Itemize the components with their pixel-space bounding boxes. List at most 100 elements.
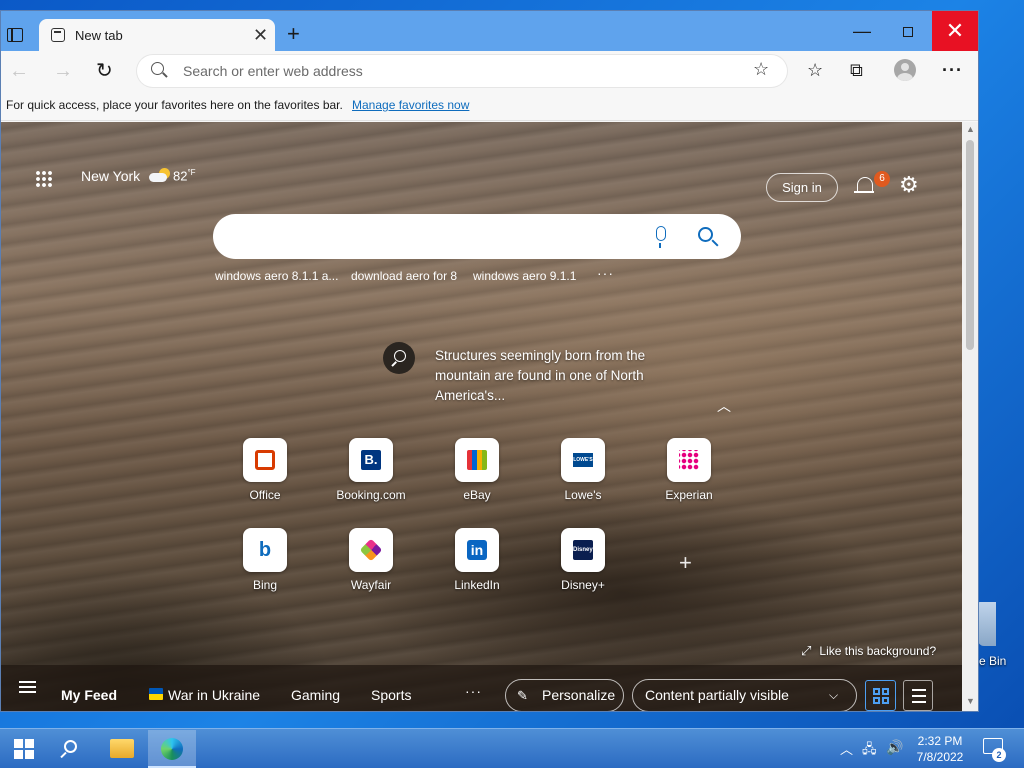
address-placeholder[interactable]: Search or enter web address (183, 63, 363, 79)
quick-link-lowes[interactable]: LOWE'S Lowe's (543, 438, 623, 502)
new-tab-page: New York 82°F Sign in 6 ⚙ windows aero 8… (1, 122, 962, 711)
favorites-button[interactable]: ☆ (807, 60, 823, 80)
quick-link-office[interactable]: Office (225, 438, 305, 502)
volume-icon[interactable]: 🔊 (886, 739, 903, 756)
feed-tab-sports[interactable]: Sports (371, 687, 411, 703)
show-hidden-icons-chevron-icon[interactable]: ︿ (840, 739, 853, 758)
ukraine-flag-icon (149, 688, 163, 700)
search-icon (151, 62, 164, 75)
manage-favorites-link[interactable]: Manage favorites now (352, 98, 469, 112)
feed-tab-gaming[interactable]: Gaming (291, 687, 340, 703)
personalize-button[interactable]: ✎ Personalize (505, 679, 624, 711)
weather-temp[interactable]: 82°F (173, 168, 196, 183)
microphone-icon[interactable] (656, 226, 666, 248)
booking-tile: B. (349, 438, 393, 482)
trending-search-1[interactable]: windows aero 8.1.1 a... (215, 269, 338, 283)
feed-navigation-bar: My Feed War in Ukraine Gaming Sports ···… (1, 665, 962, 711)
browser-toolbar: ← → ↻ Search or enter web address ☆ ☆ ⧉ … (1, 51, 978, 91)
image-search-icon[interactable] (383, 342, 415, 374)
app-launcher-icon[interactable] (35, 170, 53, 188)
quick-link-booking[interactable]: B. Booking.com (331, 438, 411, 502)
tab-new-tab[interactable]: New tab ✕ (39, 19, 275, 51)
forward-button[interactable]: → (53, 59, 73, 83)
office-tile (243, 438, 287, 482)
like-background-button[interactable]: ⤢ Like this background? (801, 643, 936, 659)
recycle-bin-icon[interactable] (978, 602, 996, 646)
profile-avatar[interactable] (894, 59, 916, 81)
quick-link-label: eBay (463, 488, 491, 502)
office-icon (255, 450, 275, 470)
quick-link-label: Lowe's (564, 488, 602, 502)
quick-link-label: LinkedIn (454, 578, 500, 592)
address-bar[interactable]: Search or enter web address ☆ (137, 55, 787, 87)
quick-link-linkedin[interactable]: in LinkedIn (437, 528, 517, 592)
network-icon[interactable]: 🖧 (862, 740, 877, 762)
feed-tab-my-feed[interactable]: My Feed (61, 687, 117, 703)
trending-search-2[interactable]: download aero for 8 (351, 269, 457, 283)
quick-link-disney[interactable]: Disney+ Disney+ (543, 528, 623, 592)
tab-bar: New tab ✕ + — ✕ (1, 11, 978, 51)
weather-city[interactable]: New York (81, 168, 140, 184)
back-button[interactable]: ← (9, 59, 29, 83)
collections-button[interactable]: ⧉ (850, 60, 863, 80)
system-clock[interactable]: 2:32 PM 7/8/2022 (914, 733, 966, 765)
taskbar: ︿ 🖧 🔊 2:32 PM 7/8/2022 2 (0, 728, 1024, 768)
browser-window: New tab ✕ + — ✕ ← → ↻ Search or enter we… (0, 10, 979, 712)
lowes-tile: LOWE'S (561, 438, 605, 482)
close-button[interactable]: ✕ (932, 11, 978, 51)
scrollbar-thumb[interactable] (966, 140, 974, 350)
sign-in-button[interactable]: Sign in (766, 173, 838, 202)
tab-close-icon[interactable]: ✕ (253, 25, 268, 45)
partly-cloudy-icon[interactable] (149, 168, 171, 184)
list-layout-icon[interactable] (903, 680, 933, 711)
start-button[interactable] (14, 739, 34, 759)
edge-icon (161, 738, 183, 760)
search-icon[interactable] (698, 227, 713, 242)
bing-icon: b (258, 539, 272, 561)
file-explorer-icon[interactable] (110, 739, 134, 758)
feed-more-button[interactable]: ··· (465, 683, 482, 699)
quick-link-label: Disney+ (561, 578, 605, 592)
taskbar-edge-button[interactable] (148, 730, 196, 768)
trending-search-3[interactable]: windows aero 9.1.1 (473, 269, 576, 283)
collapse-chevron-icon[interactable]: ︿ (717, 396, 731, 416)
tab-actions-icon[interactable] (7, 28, 23, 42)
recycle-bin-label[interactable]: e Bin (979, 654, 1006, 668)
content-visibility-value: Content partially visible (645, 687, 789, 703)
grid-layout-icon[interactable] (865, 680, 896, 711)
scroll-up-icon[interactable]: ▲ (966, 124, 975, 134)
ebay-icon (467, 450, 487, 470)
windows-logo-pane (25, 739, 34, 748)
quick-link-ebay[interactable]: eBay (437, 438, 517, 502)
content-visibility-dropdown[interactable]: Content partially visible ⌵ (632, 679, 857, 711)
page-settings-icon[interactable]: ⚙ (899, 174, 919, 196)
quick-link-label: Booking.com (336, 488, 406, 502)
taskbar-search-icon[interactable] (64, 740, 77, 753)
quick-link-label: Wayfair (350, 578, 392, 592)
new-tab-button[interactable]: + (287, 23, 300, 45)
quick-link-bing[interactable]: b Bing (225, 528, 305, 592)
background-story[interactable]: Structures seemingly born from the mount… (435, 346, 675, 406)
minimize-button[interactable]: — (839, 11, 885, 51)
settings-more-button[interactable]: ··· (942, 60, 963, 80)
feed-tab-war-in-ukraine[interactable]: War in Ukraine (168, 687, 260, 703)
experian-tile (667, 438, 711, 482)
clock-time: 2:32 PM (917, 734, 963, 748)
trending-more-button[interactable]: ··· (597, 265, 614, 281)
hamburger-menu-icon[interactable] (19, 681, 36, 693)
windows-logo-pane (14, 739, 23, 748)
scroll-down-icon[interactable]: ▼ (966, 696, 975, 706)
quick-link-wayfair[interactable]: Wayfair (331, 528, 411, 592)
quick-link-experian[interactable]: Experian (649, 438, 729, 502)
linkedin-tile: in (455, 528, 499, 572)
add-favorite-icon[interactable]: ☆ (753, 59, 769, 80)
favorites-bar-message: For quick access, place your favorites h… (6, 98, 343, 112)
clock-date: 7/8/2022 (916, 750, 964, 764)
web-search-input[interactable] (213, 214, 741, 259)
notifications-bell-icon[interactable] (854, 177, 874, 193)
refresh-button[interactable]: ↻ (96, 59, 113, 83)
add-quick-link-button[interactable]: + (679, 550, 692, 576)
maximize-button[interactable] (885, 11, 931, 51)
new-tab-page-icon (51, 28, 65, 42)
page-scrollbar[interactable]: ▲ ▼ (962, 122, 978, 711)
